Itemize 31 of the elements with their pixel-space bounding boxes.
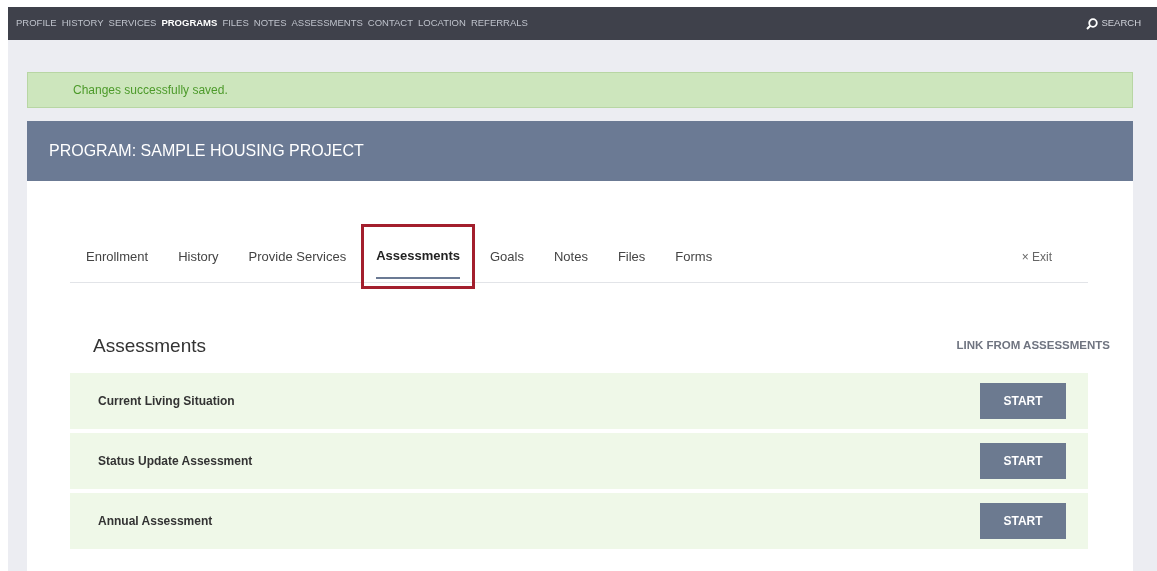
nav-link[interactable]: HISTORY [61, 16, 109, 31]
start-button[interactable]: START [980, 383, 1066, 419]
program-header: PROGRAM: SAMPLE HOUSING PROJECT [27, 121, 1133, 181]
tab[interactable]: History [178, 234, 219, 279]
start-button[interactable]: START [980, 503, 1066, 539]
nav-link[interactable]: PROGRAMS [161, 16, 223, 31]
assessment-name: Status Update Assessment [98, 453, 253, 470]
nav-link[interactable]: FILES [222, 16, 254, 31]
link-from-assessments-link[interactable]: LINK FROM ASSESSMENTS [956, 337, 1110, 355]
nav-link[interactable]: SERVICES [108, 16, 162, 31]
tab[interactable]: Notes [553, 234, 588, 279]
assessment-name: Annual Assessment [98, 513, 213, 530]
success-alert: Changes successfully saved. [27, 72, 1133, 108]
nav-link[interactable]: NOTES [253, 16, 292, 31]
exit-button[interactable]: × Exit [1015, 246, 1058, 267]
tab[interactable]: Goals [489, 234, 524, 279]
start-button[interactable]: START [980, 443, 1066, 479]
search-icon [1086, 17, 1099, 30]
nav-link[interactable]: CONTACT [367, 16, 418, 31]
nav-link[interactable]: REFERRALS [470, 16, 533, 31]
search-button[interactable]: SEARCH [1080, 15, 1147, 32]
tab[interactable]: Enrollment [86, 234, 149, 279]
nav-link[interactable]: ASSESSMENTS [291, 16, 368, 31]
tab[interactable]: Provide Services [248, 234, 347, 279]
section-title: Assessments [93, 334, 206, 358]
assessment-name: Current Living Situation [98, 393, 235, 410]
tab[interactable]: Forms [675, 234, 713, 279]
tab[interactable]: Assessments [376, 233, 460, 280]
nav-link[interactable]: PROFILE [16, 16, 62, 31]
tab[interactable]: Files [617, 234, 646, 279]
nav-link[interactable]: LOCATION [418, 16, 471, 31]
